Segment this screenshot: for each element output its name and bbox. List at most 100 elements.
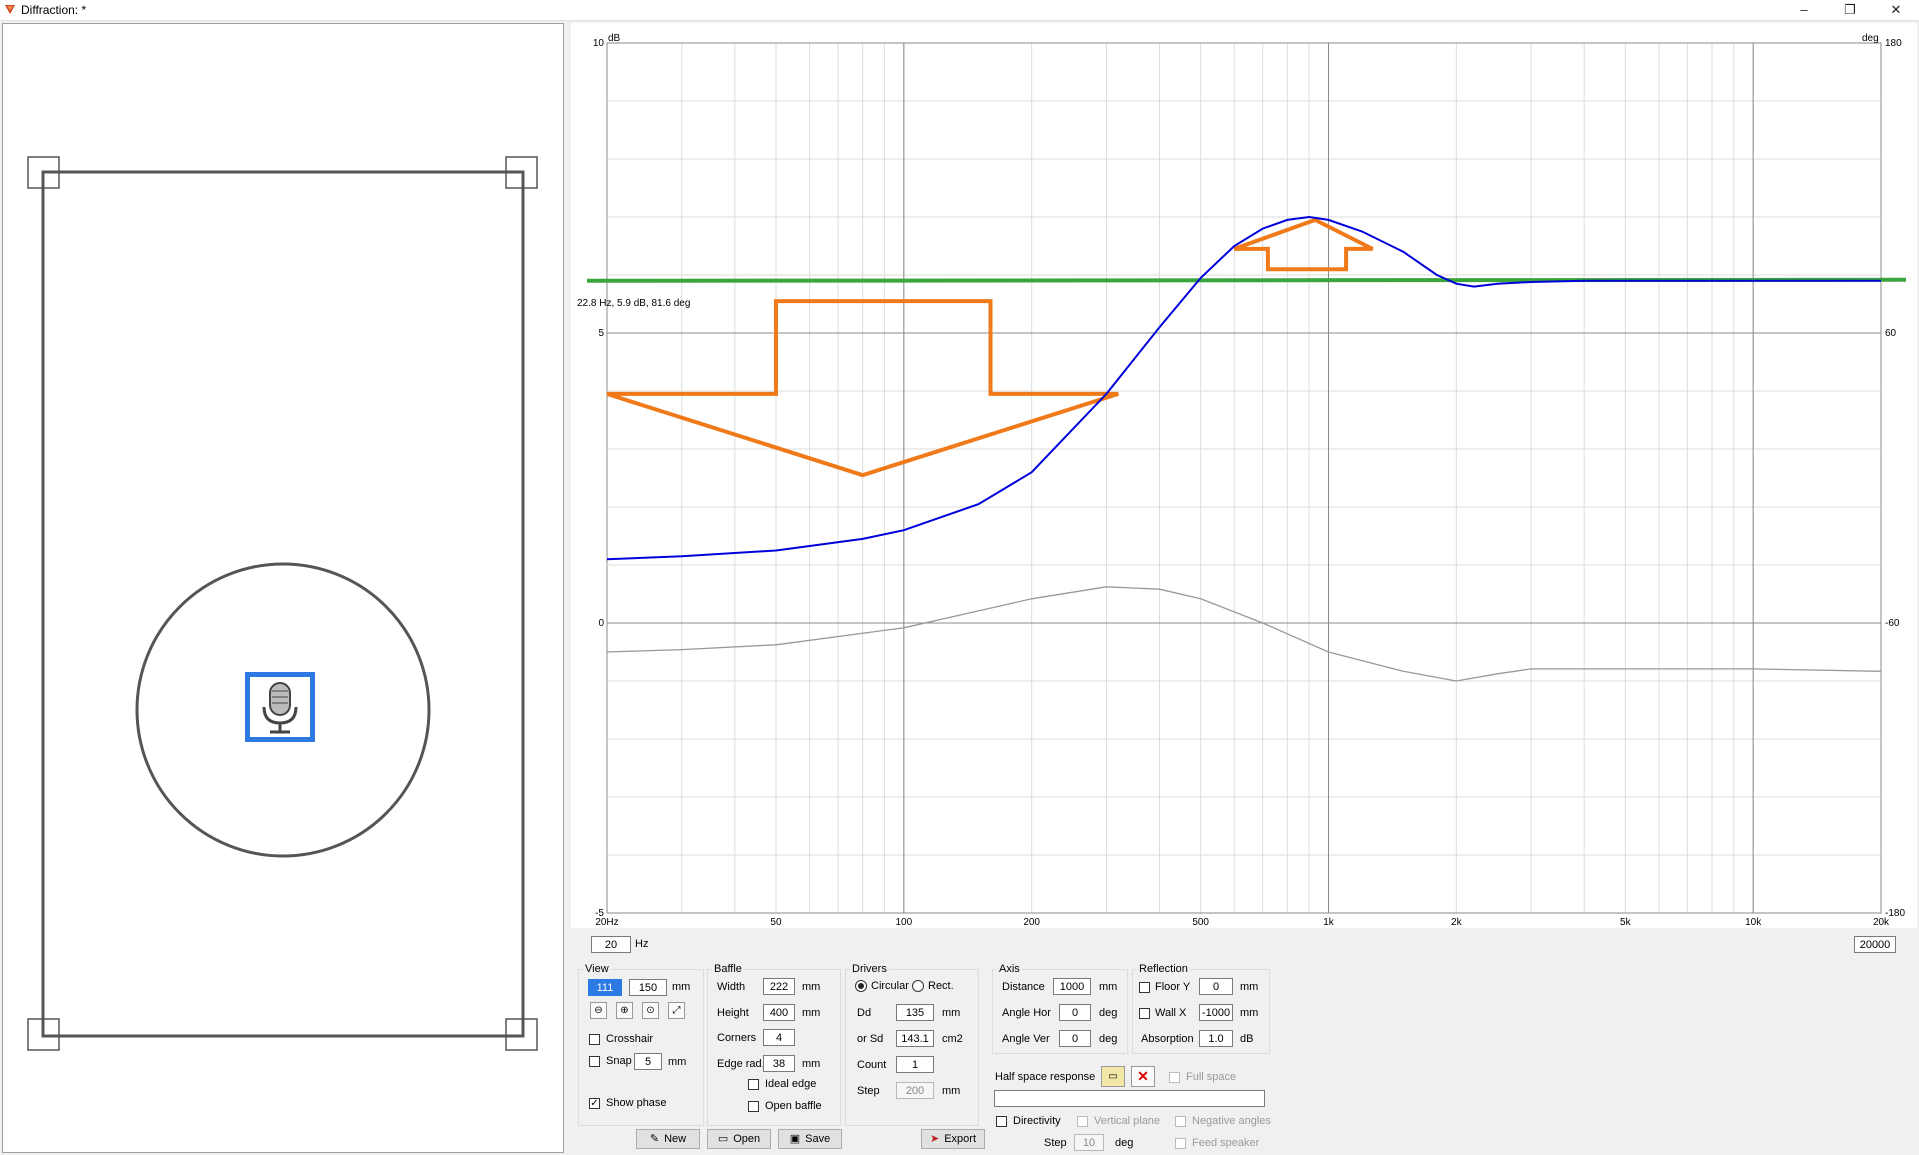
floor-input[interactable]: 0 <box>1199 978 1233 995</box>
axis-group: Axis Distance 1000 mm Angle Hor 0 deg An… <box>992 963 1128 1054</box>
crosshair-checkbox[interactable] <box>589 1034 600 1045</box>
open-button[interactable]: ▭ Open <box>707 1129 771 1149</box>
max-frequency-input[interactable]: 20000 <box>1854 936 1896 953</box>
save-icon: ▣ <box>789 1133 801 1145</box>
zoom-out-icon[interactable]: ⊖ <box>590 1002 607 1019</box>
floor-checkbox[interactable] <box>1139 982 1150 993</box>
restore-button[interactable]: ❐ <box>1827 0 1873 20</box>
directivity-step-input[interactable]: 10 <box>1074 1134 1104 1151</box>
baffle-group-title: Baffle <box>712 963 744 975</box>
circular-label: Circular <box>871 980 909 992</box>
directivity-step-unit: deg <box>1115 1137 1134 1149</box>
absorption-input[interactable]: 1.0 <box>1199 1030 1233 1047</box>
count-input[interactable]: 1 <box>896 1056 934 1073</box>
angle-hor-input[interactable]: 0 <box>1059 1004 1091 1021</box>
y-tick-label: 5 <box>598 328 604 339</box>
expand-icon[interactable]: ⤢ <box>668 1002 685 1019</box>
x-tick-label: 2k <box>1451 917 1463 928</box>
y-tick-label: 0 <box>598 618 604 629</box>
sd-unit: cm2 <box>942 1033 963 1045</box>
window-title: Diffraction: * <box>21 3 87 17</box>
cursor-readout: 22.8 Hz, 5.9 dB, 81.6 deg <box>577 298 690 309</box>
width-input[interactable]: 222 <box>763 978 795 995</box>
zoom-in-icon[interactable]: ⊕ <box>616 1002 633 1019</box>
x-tick-label: 200 <box>1023 917 1040 928</box>
new-button[interactable]: ✎ New <box>636 1129 700 1149</box>
corners-input[interactable]: 4 <box>763 1029 795 1046</box>
microphone-icon[interactable] <box>245 672 315 742</box>
reflection-group-title: Reflection <box>1137 963 1190 975</box>
delete-icon[interactable]: ✕ <box>1131 1066 1155 1087</box>
export-button[interactable]: ➤ Export <box>921 1129 985 1149</box>
height-input[interactable]: 400 <box>763 1004 795 1021</box>
baffle-view[interactable] <box>2 23 564 1153</box>
open-baffle-checkbox[interactable] <box>748 1101 759 1112</box>
snap-checkbox[interactable] <box>589 1056 600 1067</box>
half-space-label: Half space response <box>995 1071 1096 1083</box>
circular-radio[interactable] <box>855 980 867 992</box>
show-phase-label: Show phase <box>606 1097 667 1109</box>
baffle-group: Baffle Width 222 mm Height 400 mm Corner… <box>707 963 841 1126</box>
folder-open-icon[interactable]: ▭ <box>1101 1066 1125 1087</box>
absorption-label: Absorption <box>1141 1033 1194 1045</box>
app-icon <box>5 5 15 14</box>
snap-input[interactable]: 5 <box>634 1053 662 1070</box>
sd-input[interactable]: 143.1 <box>896 1030 934 1047</box>
open-baffle-label: Open baffle <box>765 1100 822 1112</box>
crosshair-label: Crosshair <box>606 1033 654 1045</box>
full-space-checkbox[interactable] <box>1169 1072 1180 1083</box>
rect-radio[interactable] <box>912 980 924 992</box>
rect-label: Rect. <box>928 980 954 992</box>
height-label: Height <box>717 1007 749 1019</box>
dd-input[interactable]: 135 <box>896 1004 934 1021</box>
vertical-plane-checkbox[interactable] <box>1077 1116 1088 1127</box>
directivity-label: Directivity <box>1013 1115 1061 1127</box>
x-tick-label: 10k <box>1745 917 1762 928</box>
drivers-group: Drivers Circular Rect. Dd 135 mm or Sd 1… <box>845 963 979 1126</box>
y-tick-label: 10 <box>593 38 605 49</box>
x-tick-label: 1k <box>1323 917 1335 928</box>
sd-label: or Sd <box>857 1033 884 1045</box>
zoom-fit-icon[interactable]: ⊙ <box>642 1002 659 1019</box>
negative-angles-label: Negative angles <box>1192 1115 1271 1127</box>
view-y-input[interactable]: 150 <box>629 979 667 996</box>
baffle-outline <box>41 170 525 1038</box>
view-x-input[interactable]: 111 <box>588 979 622 996</box>
reflection-group: Reflection Floor Y 0 mm Wall X -1000 mm … <box>1132 963 1270 1054</box>
feed-speaker-checkbox[interactable] <box>1175 1138 1186 1149</box>
angle-ver-input[interactable]: 0 <box>1059 1030 1091 1047</box>
step-input[interactable]: 200 <box>896 1082 934 1099</box>
count-label: Count <box>857 1059 887 1071</box>
close-button[interactable]: ✕ <box>1873 0 1919 20</box>
save-button[interactable]: ▣ Save <box>778 1129 842 1149</box>
wall-unit: mm <box>1240 1007 1259 1019</box>
half-space-path-input[interactable] <box>994 1090 1265 1107</box>
y2-tick-label: 180 <box>1885 38 1902 49</box>
corners-label: Corners <box>717 1032 757 1044</box>
edge-radius-input[interactable]: 38 <box>763 1055 795 1072</box>
show-phase-checkbox[interactable]: ✓ <box>589 1098 600 1109</box>
view-unit: mm <box>672 981 691 993</box>
y2-tick-label: -180 <box>1885 908 1905 919</box>
height-unit: mm <box>802 1007 821 1019</box>
x-tick-label: 500 <box>1192 917 1209 928</box>
frequency-response-graph[interactable]: 20Hz 50 100 200 500 1k 2k 5k 10k 20k 10 5 0 -5 180 60 -6… <box>571 23 1917 928</box>
directivity-checkbox[interactable] <box>996 1116 1007 1127</box>
wall-input[interactable]: -1000 <box>1199 1004 1233 1021</box>
edge-radius-label: Edge rad. <box>717 1058 765 1070</box>
negative-angles-checkbox[interactable] <box>1175 1116 1186 1127</box>
new-icon: ✎ <box>649 1133 660 1145</box>
distance-input[interactable]: 1000 <box>1053 978 1091 995</box>
min-frequency-input[interactable]: 20 <box>591 936 631 953</box>
minimize-button[interactable]: – <box>1781 0 1827 20</box>
dd-label: Dd <box>857 1007 872 1019</box>
width-label: Width <box>717 981 746 993</box>
export-icon: ➤ <box>929 1133 940 1145</box>
view-group: View 111 150 mm ⊖ ⊕ ⊙ ⤢ Crosshair Snap 5… <box>578 963 704 1126</box>
ideal-edge-checkbox[interactable] <box>748 1079 759 1090</box>
title-bar: Diffraction: * – ❐ ✕ <box>0 0 1919 21</box>
absorption-unit: dB <box>1240 1033 1254 1045</box>
angle-ver-unit: deg <box>1099 1033 1118 1045</box>
wall-checkbox[interactable] <box>1139 1008 1150 1019</box>
y-axis-label: dB <box>608 33 621 44</box>
